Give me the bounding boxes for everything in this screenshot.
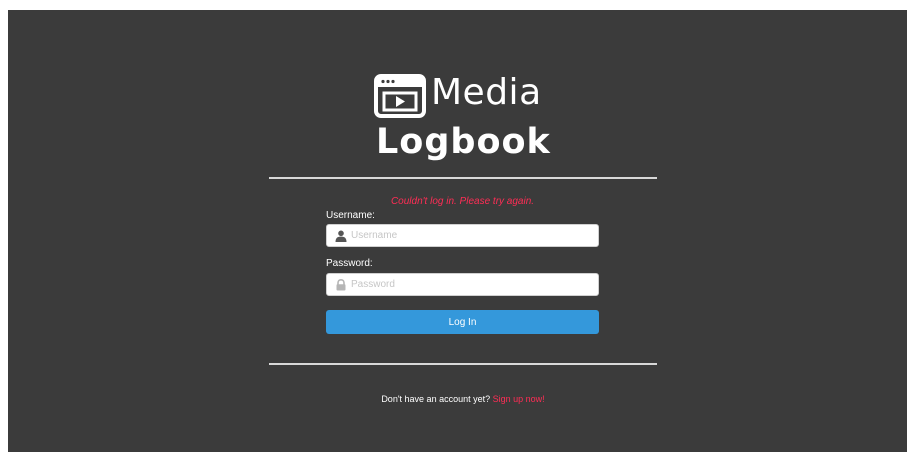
login-button[interactable]: Log In: [326, 310, 599, 334]
login-page: Media Logbook Couldn't log in. Please tr…: [8, 10, 907, 452]
username-field-wrapper: [326, 224, 599, 247]
lock-icon: [336, 279, 346, 291]
user-icon: [335, 230, 347, 242]
app-logo: Media Logbook: [374, 68, 564, 168]
logo-text-logbook: Logbook: [376, 122, 551, 162]
signup-prompt-text: Don't have an account yet?: [381, 394, 491, 404]
password-input[interactable]: [351, 274, 591, 295]
password-field-wrapper: [326, 273, 599, 296]
username-input[interactable]: [351, 225, 591, 246]
logo-text-media: Media: [431, 72, 542, 113]
signup-link[interactable]: Sign up now!: [493, 394, 545, 404]
video-window-icon: [374, 74, 426, 118]
username-label: Username:: [326, 210, 375, 221]
top-divider: [269, 177, 657, 179]
bottom-divider: [269, 363, 657, 365]
password-label: Password:: [326, 258, 373, 269]
error-message: Couldn't log in. Please try again.: [390, 196, 535, 207]
signup-prompt: Don't have an account yet? Sign up now!: [269, 394, 657, 404]
